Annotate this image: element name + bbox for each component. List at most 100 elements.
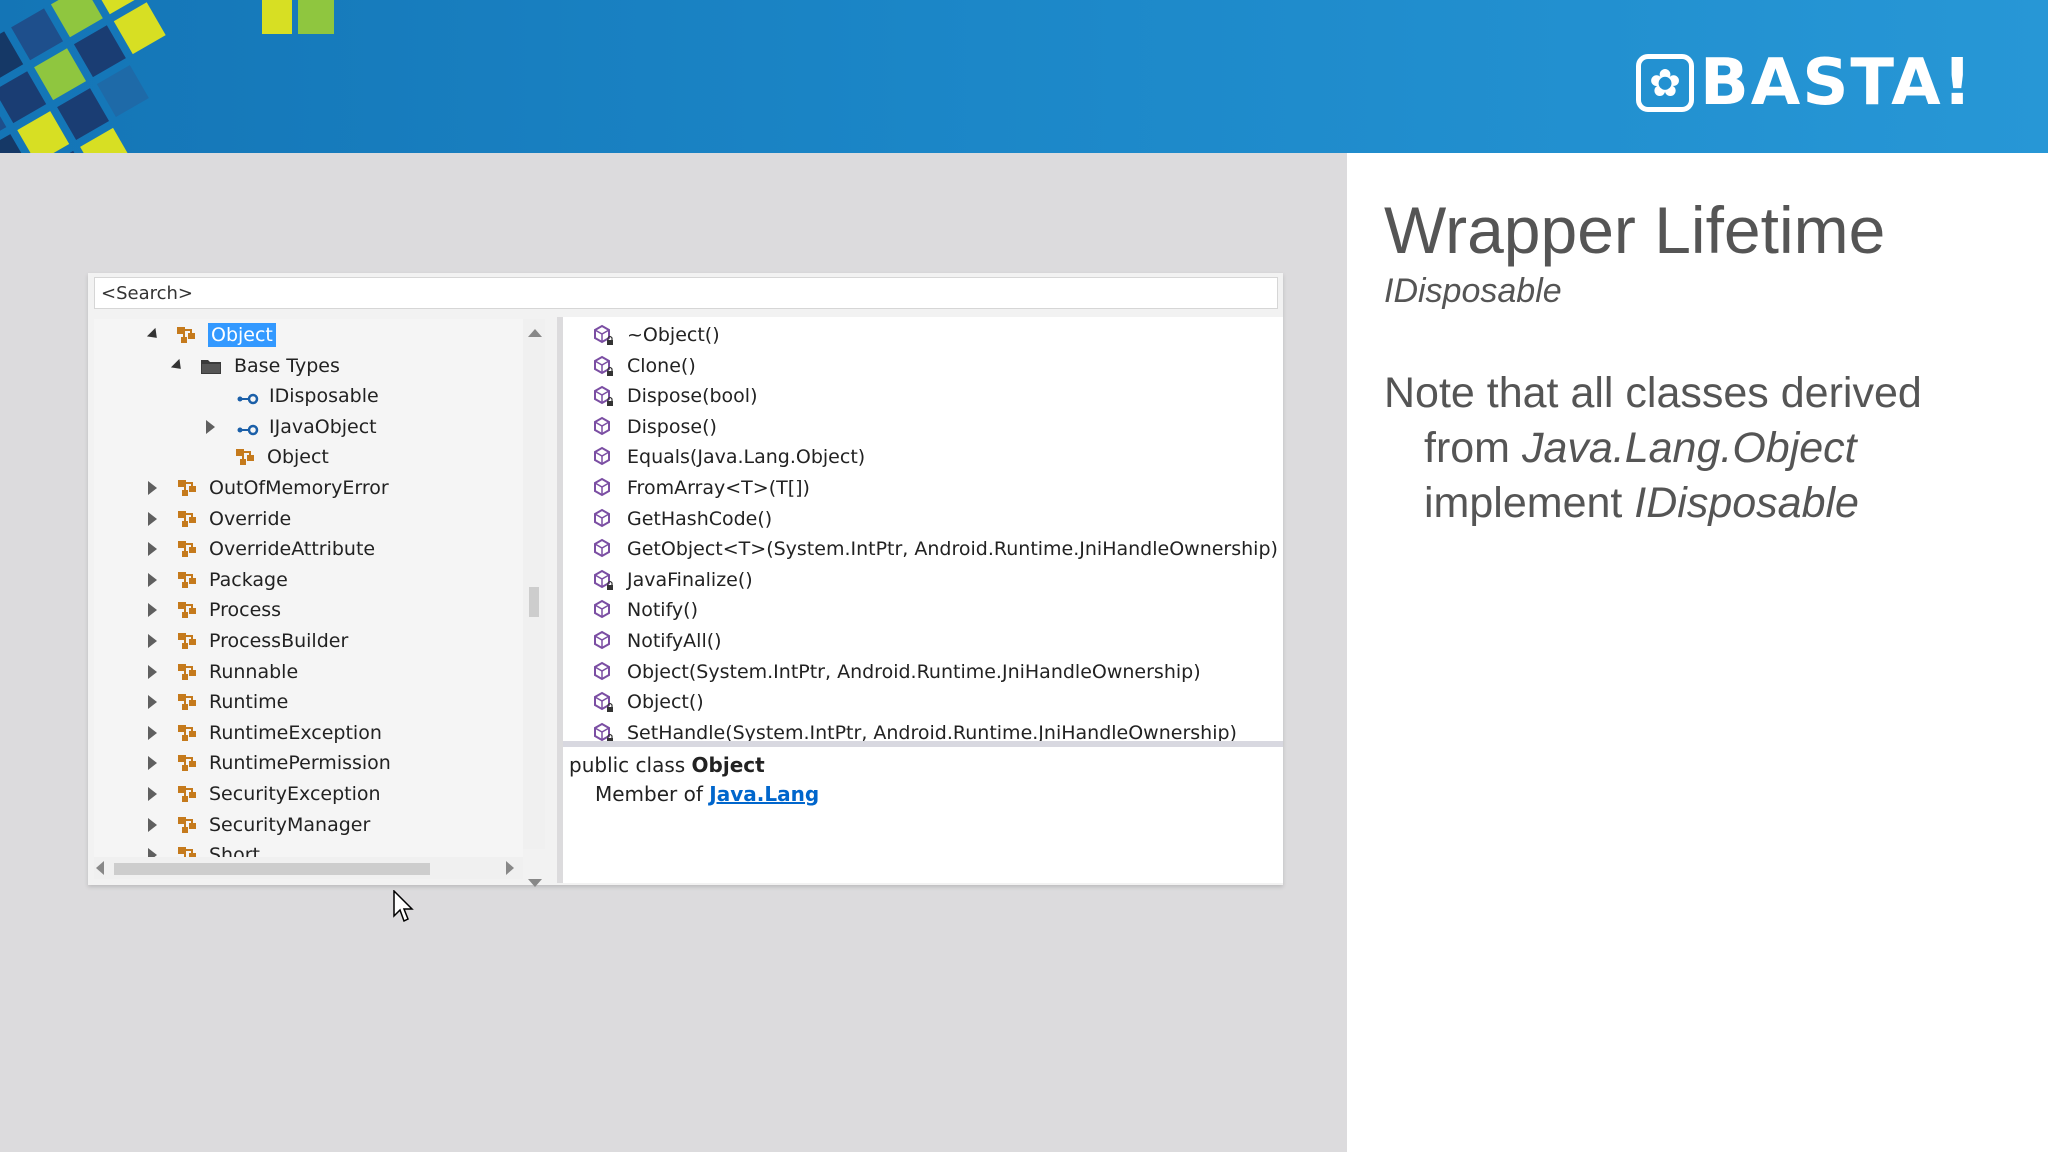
tree-item-label: RuntimePermission (209, 752, 391, 775)
expand-icon[interactable] (148, 481, 157, 495)
note-line-2-prefix: from (1424, 424, 1522, 472)
method-icon (593, 691, 615, 713)
tree-item-label: OverrideAttribute (209, 538, 376, 561)
tree-item[interactable]: Object (206, 443, 329, 471)
member-item[interactable]: JavaFinalize() (563, 566, 753, 594)
class-icon (177, 509, 199, 529)
declaration-line: public class Object (569, 753, 765, 777)
member-item[interactable]: SetHandle(System.IntPtr, Android.Runtime… (563, 719, 1237, 741)
note-line-3: implement IDisposable (1384, 476, 2004, 531)
scroll-right-icon[interactable] (506, 861, 514, 875)
tree-item[interactable]: RuntimePermission (148, 749, 391, 777)
expand-icon[interactable] (148, 664, 157, 679)
search-input[interactable]: <Search> (94, 277, 1278, 309)
vertical-scrollbar[interactable] (523, 319, 545, 887)
member-item-label: GetHashCode() (627, 507, 773, 530)
method-icon (593, 355, 615, 377)
member-item-label: JavaFinalize() (627, 568, 753, 591)
collapse-icon[interactable] (146, 327, 162, 343)
expand-icon[interactable] (148, 725, 157, 740)
class-icon (235, 447, 257, 467)
note-line-2: from Java.Lang.Object (1384, 421, 2004, 476)
member-item-label: Dispose(bool) (627, 385, 758, 408)
note-line-3-italic: IDisposable (1634, 479, 1859, 527)
expand-icon[interactable] (148, 542, 157, 557)
expand-icon[interactable] (148, 634, 157, 648)
tree-item[interactable]: SecurityException (148, 780, 381, 808)
member-item-label: GetObject<T>(System.IntPtr, Android.Runt… (627, 538, 1278, 561)
tree-item[interactable]: Override (148, 505, 291, 533)
class-icon (177, 723, 199, 743)
tree-item[interactable]: Package (148, 566, 288, 594)
tree-item[interactable]: Runnable (148, 658, 298, 686)
scroll-down-icon[interactable] (528, 879, 542, 887)
scroll-up-icon[interactable] (528, 329, 542, 337)
mouse-cursor-icon (393, 890, 414, 923)
tree-item[interactable]: IDisposable (206, 382, 379, 410)
method-icon (593, 477, 615, 499)
tree-item[interactable]: Process (148, 596, 281, 624)
scroll-thumb-horizontal[interactable] (114, 863, 430, 875)
member-item[interactable]: GetHashCode() (563, 505, 772, 533)
class-icon (177, 753, 199, 773)
method-icon (593, 324, 615, 346)
scroll-thumb[interactable] (529, 587, 539, 617)
member-item[interactable]: Clone() (563, 352, 696, 380)
expand-icon[interactable] (148, 817, 157, 832)
method-icon (593, 416, 615, 438)
object-browser: <Search> Object Base Types IDisposable IJav… (88, 273, 1283, 923)
member-item[interactable]: GetObject<T>(System.IntPtr, Android.Runt… (563, 535, 1278, 563)
member-item[interactable]: FromArray<T>(T[]) (563, 474, 810, 502)
member-item[interactable]: Notify() (563, 596, 698, 624)
expand-icon[interactable] (148, 572, 157, 587)
member-item[interactable]: ~Object() (563, 321, 720, 349)
member-item-label: Dispose() (627, 415, 717, 438)
expand-icon[interactable] (148, 756, 157, 771)
tree-item-label: Override (209, 507, 292, 530)
method-icon (593, 446, 615, 468)
decorative-tiles (0, 0, 334, 153)
collapse-icon[interactable] (170, 358, 186, 373)
scroll-left-icon[interactable] (96, 861, 104, 875)
horizontal-scrollbar[interactable] (94, 857, 523, 879)
member-item[interactable]: Object(System.IntPtr, Android.Runtime.Jn… (563, 658, 1201, 686)
method-icon (593, 508, 615, 530)
member-item[interactable]: NotifyAll() (563, 627, 722, 655)
folder-icon (200, 357, 222, 375)
expand-icon[interactable] (206, 419, 215, 434)
expand-icon[interactable] (148, 511, 157, 526)
tree-item-label: SecurityManager (209, 813, 371, 836)
tree-item[interactable]: ProcessBuilder (148, 627, 348, 655)
expand-icon[interactable] (148, 603, 157, 618)
tree-item[interactable]: Base Types (170, 352, 340, 380)
method-icon (593, 385, 615, 407)
note-line-2-italic: Java.Lang.Object (1521, 424, 1857, 472)
member-item-label: FromArray<T>(T[]) (627, 477, 810, 499)
members-list: ~Object() Clone() Dispose(bool) Dispose() Eq… (563, 317, 1283, 741)
method-icon (593, 599, 615, 621)
tree-item[interactable]: RuntimeException (148, 719, 382, 747)
tree-item[interactable]: SecurityManager (148, 811, 370, 839)
expand-icon[interactable] (148, 695, 157, 710)
member-item[interactable]: Dispose() (563, 413, 717, 441)
slide-note: Note that all classes derived from Java.… (1384, 366, 2004, 531)
tree-item-label: Process (209, 599, 282, 622)
logo-text: BASTA! (1700, 46, 1974, 120)
class-icon (177, 478, 199, 498)
member-item[interactable]: Object() (563, 688, 704, 716)
tree-item[interactable]: OutOfMemoryError (148, 474, 389, 502)
tree-item[interactable]: IJavaObject (206, 413, 377, 441)
flower-icon: ✿ (1636, 54, 1694, 112)
member-item[interactable]: Equals(Java.Lang.Object) (563, 443, 865, 471)
member-item[interactable]: Dispose(bool) (563, 382, 758, 410)
tree-item[interactable]: Runtime (148, 688, 288, 716)
tree-item-label: Runnable (209, 660, 299, 683)
class-icon (176, 325, 198, 345)
expand-icon[interactable] (148, 787, 157, 801)
method-icon (593, 661, 615, 683)
details-pane: public class Object Member of Java.Lang (563, 747, 1283, 883)
type-tree: Object Base Types IDisposable IJavaObject Ob… (94, 319, 523, 859)
tree-item[interactable]: OverrideAttribute (148, 535, 375, 563)
tree-item[interactable]: Object (146, 321, 276, 349)
namespace-link[interactable]: Java.Lang (709, 782, 819, 806)
